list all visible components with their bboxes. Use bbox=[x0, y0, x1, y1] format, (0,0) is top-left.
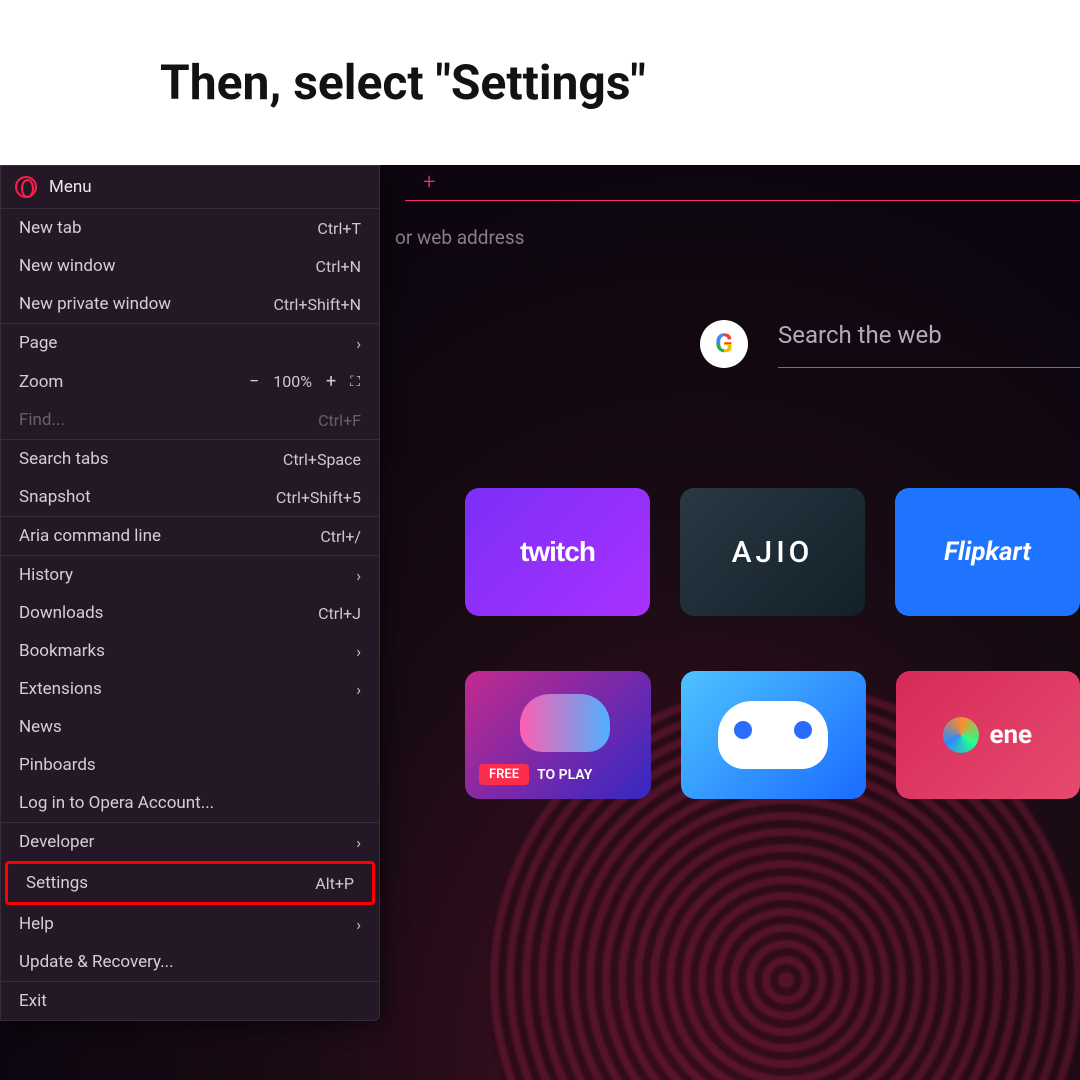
menu-item-developer[interactable]: Developer › bbox=[1, 823, 379, 861]
speed-dial-row-2: FREE TO PLAY ene bbox=[465, 671, 1080, 799]
menu-item-label: Find... bbox=[19, 410, 65, 430]
menu-shortcut: Alt+P bbox=[315, 874, 354, 893]
menu-item-label: Log in to Opera Account... bbox=[19, 793, 214, 813]
menu-item-label: Pinboards bbox=[19, 755, 96, 775]
menu-item-new-window[interactable]: New window Ctrl+N bbox=[1, 247, 379, 285]
free-label: FREE bbox=[479, 764, 529, 785]
menu-item-zoom[interactable]: Zoom −100% + ⛶ bbox=[1, 362, 379, 401]
menu-item-label: Downloads bbox=[19, 603, 103, 623]
menu-shortcut: Ctrl+N bbox=[316, 257, 361, 276]
menu-item-new-private-window[interactable]: New private window Ctrl+Shift+N bbox=[1, 285, 379, 323]
menu-item-label: Bookmarks bbox=[19, 641, 105, 661]
menu-item-label: Page bbox=[19, 333, 57, 353]
menu-item-label: Settings bbox=[26, 873, 88, 893]
address-placeholder: or web address bbox=[395, 226, 524, 249]
menu-item-new-tab[interactable]: New tab Ctrl+T bbox=[1, 209, 379, 247]
chevron-right-icon: › bbox=[356, 680, 361, 699]
tile-ajio[interactable]: AJIO bbox=[680, 488, 865, 616]
speed-dial-row-1: twitch AJIO Flipkart bbox=[465, 488, 1080, 616]
menu-shortcut: Ctrl+F bbox=[318, 411, 361, 430]
menu-item-extensions[interactable]: Extensions › bbox=[1, 670, 379, 708]
controller-icon bbox=[520, 694, 610, 752]
menu-shortcut: Ctrl+Shift+5 bbox=[276, 488, 361, 507]
menu-header: Menu bbox=[1, 166, 379, 208]
menu-item-snapshot[interactable]: Snapshot Ctrl+Shift+5 bbox=[1, 478, 379, 516]
fullscreen-button[interactable]: ⛶ bbox=[350, 374, 361, 390]
menu-item-label: Exit bbox=[19, 991, 47, 1011]
menu-item-log-in-to-opera-account[interactable]: Log in to Opera Account... bbox=[1, 784, 379, 822]
menu-shortcut: Ctrl+Shift+N bbox=[273, 295, 361, 314]
menu-item-label: History bbox=[19, 565, 73, 585]
tile-label: AJIO bbox=[732, 535, 814, 570]
opera-logo-icon bbox=[15, 176, 37, 198]
new-tab-button[interactable]: + bbox=[423, 170, 435, 195]
menu-item-label: Snapshot bbox=[19, 487, 91, 507]
instruction-caption: Then, select "Settings" bbox=[0, 0, 1080, 165]
menu-item-label: New private window bbox=[19, 294, 171, 314]
menu-item-label: New window bbox=[19, 256, 116, 276]
zoom-value: 100% bbox=[273, 372, 312, 391]
menu-item-label: Help bbox=[19, 914, 54, 934]
menu-item-pinboards[interactable]: Pinboards bbox=[1, 746, 379, 784]
zoom-controls: −100% + ⛶ bbox=[243, 371, 361, 392]
tile-game[interactable] bbox=[681, 671, 865, 799]
menu-item-find: Find... Ctrl+F bbox=[1, 401, 379, 439]
chevron-right-icon: › bbox=[356, 566, 361, 585]
controller-icon bbox=[718, 701, 828, 769]
tab-strip: + bbox=[405, 165, 1080, 201]
tile-flipkart[interactable]: Flipkart bbox=[895, 488, 1080, 616]
menu-item-history[interactable]: History › bbox=[1, 556, 379, 594]
address-bar[interactable]: or web address bbox=[395, 215, 1080, 259]
menu-item-search-tabs[interactable]: Search tabs Ctrl+Space bbox=[1, 440, 379, 478]
menu-item-label: Zoom bbox=[19, 372, 63, 392]
menu-item-aria-command-line[interactable]: Aria command line Ctrl+/ bbox=[1, 517, 379, 555]
chevron-right-icon: › bbox=[356, 642, 361, 661]
menu-shortcut: Ctrl+/ bbox=[320, 527, 361, 546]
zoom-out-button[interactable]: − bbox=[243, 371, 265, 392]
tile-label: Flipkart bbox=[944, 537, 1031, 567]
ene-logo-icon bbox=[943, 717, 979, 753]
chevron-right-icon: › bbox=[356, 833, 361, 852]
menu-item-page[interactable]: Page › bbox=[1, 324, 379, 362]
tile-twitch[interactable]: twitch bbox=[465, 488, 650, 616]
menu-item-exit[interactable]: Exit bbox=[1, 982, 379, 1020]
menu-shortcut: Ctrl+T bbox=[317, 219, 361, 238]
chevron-right-icon: › bbox=[356, 915, 361, 934]
menu-item-downloads[interactable]: Downloads Ctrl+J bbox=[1, 594, 379, 632]
menu-shortcut: Ctrl+J bbox=[318, 604, 361, 623]
chevron-right-icon: › bbox=[356, 334, 361, 353]
to-play-label: TO PLAY bbox=[537, 767, 592, 783]
menu-item-bookmarks[interactable]: Bookmarks › bbox=[1, 632, 379, 670]
tile-label: twitch bbox=[520, 536, 595, 568]
menu-title: Menu bbox=[49, 177, 92, 197]
menu-item-label: Search tabs bbox=[19, 449, 109, 469]
menu-item-label: New tab bbox=[19, 218, 82, 238]
menu-item-label: News bbox=[19, 717, 62, 737]
menu-shortcut: Ctrl+Space bbox=[283, 450, 361, 469]
browser-window: + or web address Menu New tab Ctrl+T New w… bbox=[0, 165, 1080, 1080]
menu-item-settings[interactable]: Settings Alt+P bbox=[8, 864, 372, 902]
menu-item-help[interactable]: Help › bbox=[1, 905, 379, 943]
search-input[interactable]: Search the web bbox=[778, 321, 1080, 368]
menu-item-update-recovery[interactable]: Update & Recovery... bbox=[1, 943, 379, 981]
tile-ene[interactable]: ene bbox=[896, 671, 1080, 799]
tile-label: ene bbox=[989, 720, 1032, 750]
menu-item-label: Aria command line bbox=[19, 526, 161, 546]
menu-item-label: Update & Recovery... bbox=[19, 952, 174, 972]
speed-dial-content: G Search the web twitch AJIO Flipkart FR… bbox=[400, 320, 1080, 854]
zoom-in-button[interactable]: + bbox=[320, 371, 342, 392]
search-row: G Search the web bbox=[700, 320, 1080, 368]
menu-item-label: Extensions bbox=[19, 679, 102, 699]
tile-free-to-play[interactable]: FREE TO PLAY bbox=[465, 671, 651, 799]
menu-item-news[interactable]: News bbox=[1, 708, 379, 746]
google-icon[interactable]: G bbox=[700, 320, 748, 368]
main-menu: Menu New tab Ctrl+T New window Ctrl+N New pr… bbox=[0, 165, 380, 1021]
menu-item-label: Developer bbox=[19, 832, 94, 852]
instruction-text: Then, select "Settings" bbox=[160, 54, 646, 111]
free-badge: FREE TO PLAY bbox=[479, 764, 592, 785]
